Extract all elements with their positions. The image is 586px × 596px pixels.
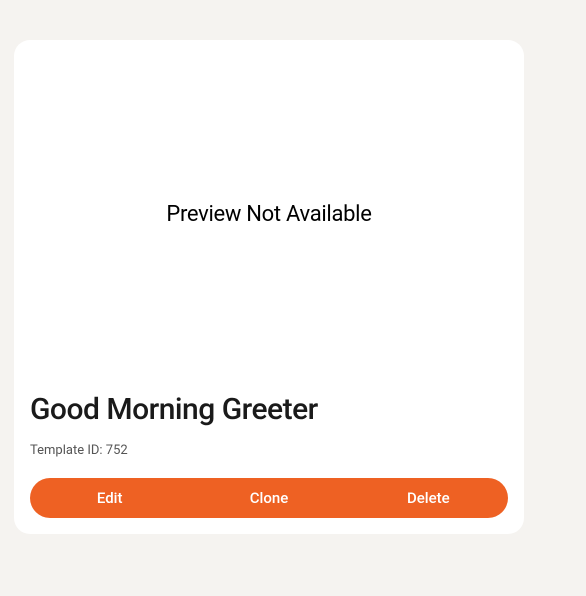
preview-area: Preview Not Available bbox=[30, 56, 508, 372]
action-button-row: Edit Clone Delete bbox=[30, 478, 508, 518]
template-card: Preview Not Available Good Morning Greet… bbox=[14, 40, 524, 534]
edit-button[interactable]: Edit bbox=[30, 478, 189, 518]
template-title: Good Morning Greeter bbox=[30, 392, 508, 427]
delete-button[interactable]: Delete bbox=[349, 478, 508, 518]
template-id-label: Template ID: 752 bbox=[30, 443, 508, 458]
clone-button[interactable]: Clone bbox=[189, 478, 348, 518]
preview-placeholder-text: Preview Not Available bbox=[166, 202, 371, 227]
